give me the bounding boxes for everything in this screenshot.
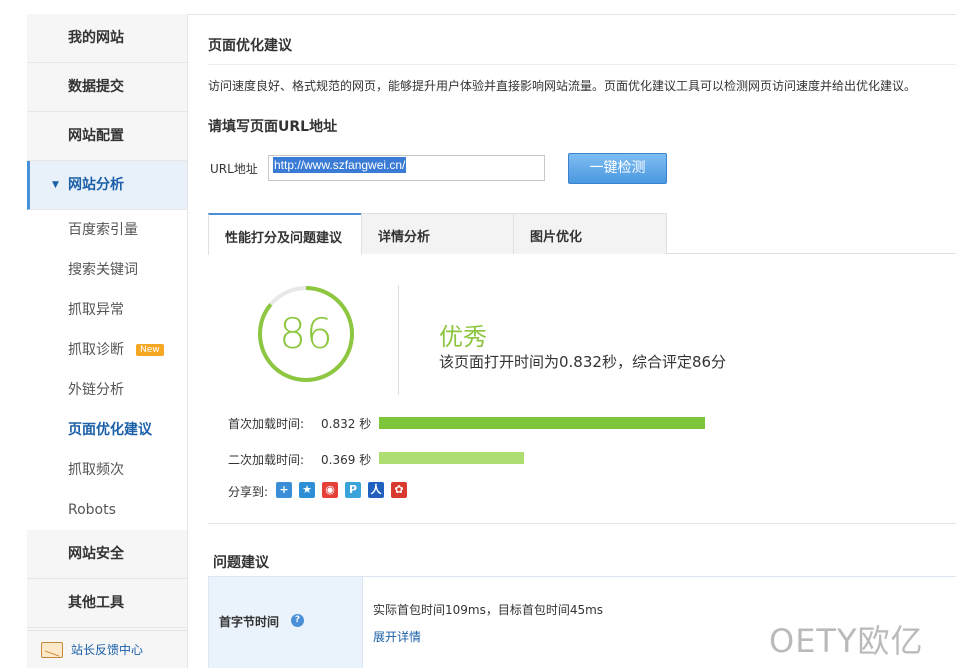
qzone-icon[interactable]: ★ [299, 482, 315, 498]
sidebar-item-main[interactable]: 数据提交 [27, 63, 187, 112]
sidebar-subitem[interactable]: 抓取异常 [27, 290, 187, 330]
expand-details-link[interactable]: 展开详情 [373, 628, 421, 645]
sidebar-item-main[interactable]: 网站安全 [27, 530, 187, 579]
sidebar-subitem-label: 百度索引量 [68, 222, 138, 238]
sidebar-subitem[interactable]: 页面优化建议 [27, 410, 187, 450]
watermark: OETY欧亿 [769, 622, 924, 660]
sidebar-feedback-link[interactable]: 站长反馈中心 [27, 630, 187, 668]
first-load-label: 首次加载时间: [228, 417, 305, 431]
help-icon[interactable]: ? [291, 614, 304, 627]
caret-down-icon: ▼ [52, 180, 59, 190]
divider [208, 64, 956, 65]
second-load-value: 0.369 秒 [321, 453, 372, 467]
renren-icon[interactable]: 人 [368, 482, 384, 498]
issue-key-cell: 首字节时间 ? [208, 577, 363, 668]
share-label: 分享到: [228, 485, 269, 499]
tab-images[interactable]: 图片优化 [513, 213, 667, 254]
sidebar-item-site-analysis[interactable]: ▼ 网站分析 [27, 161, 187, 210]
kaixin-icon[interactable]: ✿ [391, 482, 407, 498]
sidebar-subitem-label: 抓取诊断 [68, 342, 124, 358]
sidebar-item-main[interactable]: 网站配置 [27, 112, 187, 161]
sidebar-subitem[interactable]: 抓取诊断 New [27, 330, 187, 370]
sidebar-subitem[interactable]: 搜索关键词 [27, 250, 187, 290]
issue-key: 首字节时间 [219, 615, 280, 629]
sidebar-subitem[interactable]: 抓取频次 [27, 450, 187, 490]
url-input-value: http://www.szfangwei.cn/ [273, 157, 407, 173]
page-title: 页面优化建议 [208, 38, 292, 54]
share-plus-icon[interactable]: + [276, 482, 292, 498]
divider [208, 523, 956, 524]
divider [398, 285, 399, 395]
score-grade: 优秀 [439, 323, 487, 351]
main-content: 页面优化建议 访问速度良好、格式规范的网页，能够提升用户体验并直接影响网站流量。… [188, 14, 956, 668]
tab-details[interactable]: 详情分析 [361, 213, 514, 254]
sidebar-item-label: 网站分析 [68, 177, 124, 193]
mail-icon [41, 642, 63, 658]
url-heading: 请填写页面URL地址 [208, 119, 338, 135]
sidebar-subitem-label: 外链分析 [68, 382, 124, 398]
url-label: URL地址 [210, 162, 258, 176]
url-input[interactable]: http://www.szfangwei.cn/ [268, 155, 545, 181]
second-load-label: 二次加载时间: [228, 453, 305, 467]
sidebar-subitem-label: 页面优化建议 [68, 422, 152, 438]
issue-description: 实际首包时间109ms，目标首包时间45ms [373, 603, 604, 617]
sidebar-subitem-label: 抓取频次 [68, 462, 124, 478]
tab-performance[interactable]: 性能打分及问题建议 [208, 213, 362, 255]
sidebar-item-main[interactable]: 我的网站 [27, 14, 187, 63]
score-value: 86 [279, 309, 333, 358]
sidebar: 我的网站 数据提交 网站配置 ▼ 网站分析 百度索引量搜索关键词抓取异常抓取诊断 Ne… [27, 14, 188, 668]
issues-heading: 问题建议 [213, 555, 269, 571]
tencent-weibo-icon[interactable]: P [345, 482, 361, 498]
sidebar-subitem-label: Robots [68, 502, 116, 518]
weibo-icon[interactable]: ◉ [322, 482, 338, 498]
sidebar-subitem-label: 搜索关键词 [68, 262, 138, 278]
sidebar-item-main[interactable]: 其他工具 [27, 579, 187, 628]
check-button[interactable]: 一键检测 [568, 153, 667, 184]
score-summary: 该页面打开时间为0.832秒，综合评定86分 [439, 353, 727, 371]
first-load-bar [379, 417, 705, 429]
feedback-label: 站长反馈中心 [71, 643, 144, 657]
result-tabs: 性能打分及问题建议 详情分析 图片优化 [208, 213, 956, 255]
first-load-value: 0.832 秒 [321, 417, 372, 431]
second-load-bar [379, 452, 524, 464]
sidebar-subitem[interactable]: Robots [27, 490, 187, 530]
sidebar-subitem[interactable]: 外链分析 [27, 370, 187, 410]
sidebar-subitem-label: 抓取异常 [68, 302, 124, 318]
new-badge: New [136, 344, 164, 356]
page-intro: 访问速度良好、格式规范的网页，能够提升用户体验并直接影响网站流量。页面优化建议工… [208, 79, 917, 93]
sidebar-subitem[interactable]: 百度索引量 [27, 210, 187, 250]
